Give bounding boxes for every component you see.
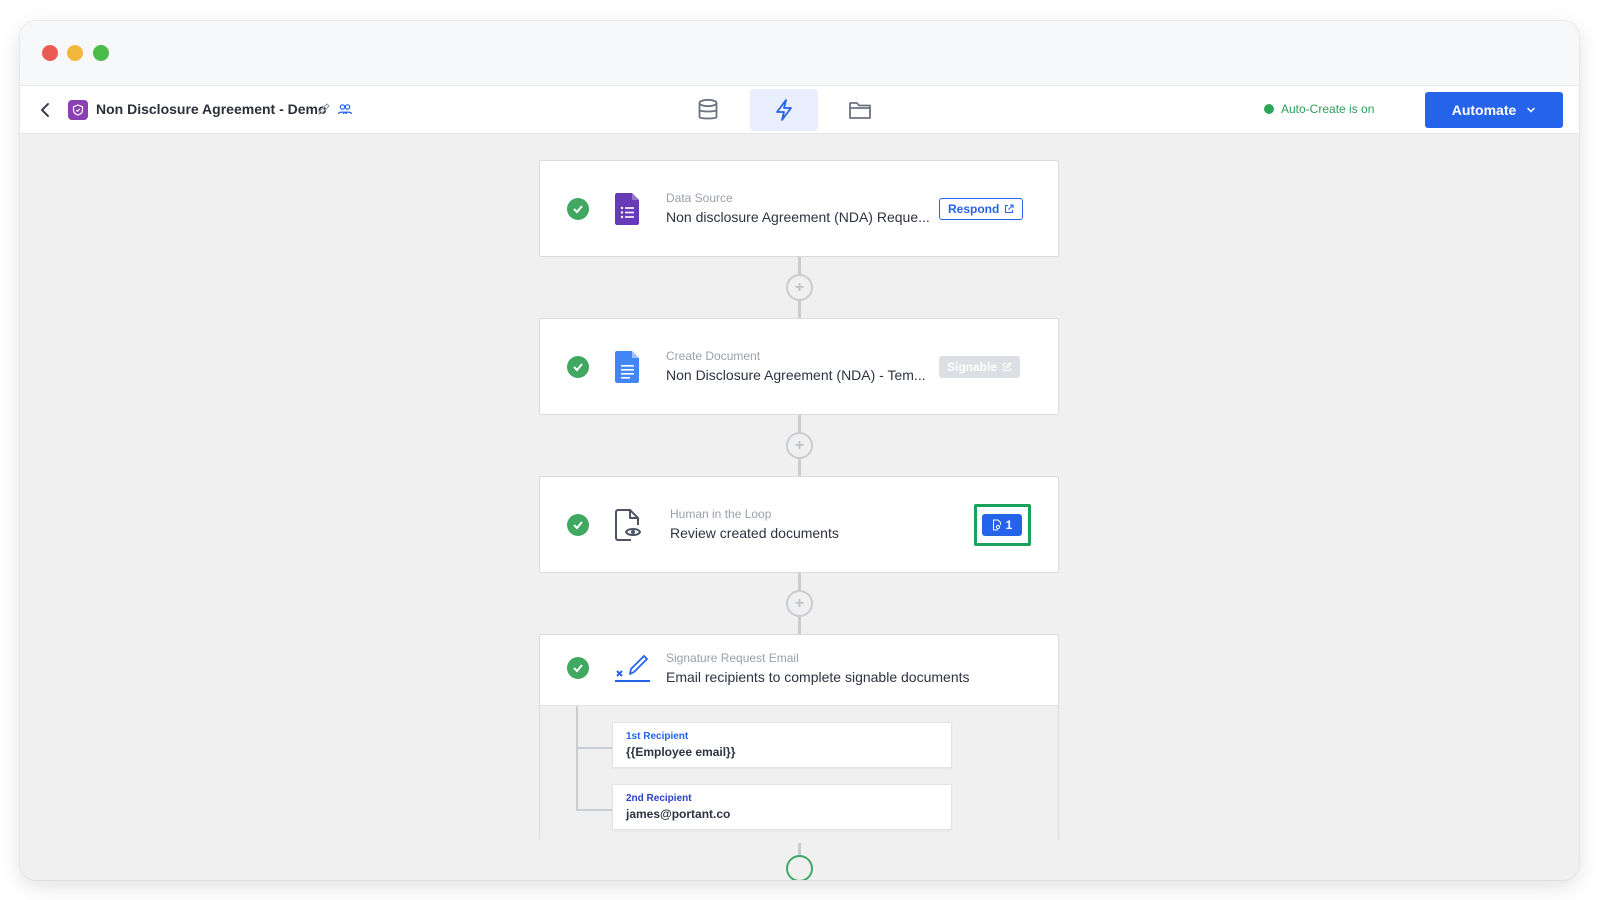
lightning-icon: [776, 99, 792, 121]
review-documents-button[interactable]: 1: [982, 514, 1022, 536]
step-card-create-document[interactable]: Create Document Non Disclosure Agreement…: [539, 318, 1059, 415]
auto-create-status: Auto-Create is on: [1264, 102, 1374, 116]
external-link-icon: [1005, 204, 1014, 214]
tab-data-source[interactable]: [674, 89, 742, 131]
chevron-down-icon: [1527, 107, 1536, 113]
pencil-icon[interactable]: [316, 101, 332, 117]
workflow-canvas: + + + Data Source Non disclosure Agreeme…: [20, 135, 1579, 880]
add-step-button[interactable]: +: [786, 432, 813, 459]
step-name-label: Email recipients to complete signable do…: [666, 669, 970, 685]
document-review-icon: [615, 509, 642, 541]
step-card-data-source[interactable]: Data Source Non disclosure Agreement (ND…: [539, 160, 1059, 257]
recipients-section: 1st Recipient {{Employee email}} 2nd Rec…: [540, 705, 1058, 843]
automate-button[interactable]: Automate: [1425, 92, 1563, 128]
tree-line: [576, 809, 612, 811]
status-dot: [1264, 104, 1274, 114]
plus-icon: +: [794, 436, 805, 454]
step-kind-label: Create Document: [666, 349, 761, 363]
add-step-button[interactable]: +: [786, 274, 813, 301]
recipient-label: 1st Recipient: [626, 731, 689, 742]
document-search-icon: [992, 519, 1001, 531]
recipient-label: 2nd Recipient: [626, 793, 692, 804]
google-docs-icon: [615, 351, 639, 383]
recipient-card-2[interactable]: 2nd Recipient james@portant.co: [612, 784, 952, 830]
step-name-label: Non disclosure Agreement (NDA) Reque...: [666, 209, 930, 225]
google-forms-icon: [615, 193, 639, 225]
review-count: 1: [1005, 518, 1013, 532]
plus-icon: +: [794, 594, 805, 612]
plus-icon: +: [794, 278, 805, 296]
auto-create-label: Auto-Create is on: [1281, 102, 1375, 116]
folder-icon: [849, 102, 871, 119]
app-window: Non Disclosure Agreement - Demo Auto-Cre…: [20, 21, 1579, 880]
check-icon: [567, 198, 589, 220]
automate-label: Automate: [1451, 102, 1517, 118]
check-icon: [567, 356, 589, 378]
document-title: Non Disclosure Agreement - Demo: [96, 101, 327, 117]
people-icon[interactable]: [337, 101, 353, 117]
check-icon: [567, 657, 589, 679]
tab-automation[interactable]: [750, 89, 818, 131]
respond-button[interactable]: Respond: [939, 198, 1024, 220]
back-button[interactable]: [34, 98, 56, 122]
step-name-label: Review created documents: [670, 525, 839, 541]
tree-line: [576, 747, 612, 749]
add-step-button[interactable]: +: [786, 590, 813, 617]
tree-line: [576, 706, 578, 810]
minimize-window-button[interactable]: [67, 45, 83, 61]
database-icon: [698, 98, 718, 120]
title-bar: [20, 21, 1579, 86]
maximize-window-button[interactable]: [93, 45, 109, 61]
step-kind-label: Signature Request Email: [666, 651, 799, 665]
add-step-button[interactable]: [786, 855, 813, 880]
signable-button[interactable]: Signable: [939, 356, 1021, 378]
step-kind-label: Data Source: [666, 191, 733, 205]
step-name-label: Non Disclosure Agreement (NDA) - Tem...: [666, 367, 926, 383]
recipient-value: james@portant.co: [626, 807, 731, 821]
check-icon: [567, 514, 589, 536]
top-toolbar: Non Disclosure Agreement - Demo Auto-Cre…: [20, 86, 1579, 134]
signature-icon: [615, 655, 650, 682]
recipient-card-1[interactable]: 1st Recipient {{Employee email}}: [612, 722, 952, 768]
respond-label: Respond: [948, 202, 1000, 216]
step-card-signature-request[interactable]: Signature Request Email Email recipients…: [539, 634, 1059, 843]
step-card-human-in-the-loop[interactable]: Human in the Loop Review created documen…: [539, 476, 1059, 573]
chevron-left-icon: [41, 103, 49, 117]
close-window-button[interactable]: [42, 45, 58, 61]
step-kind-label: Human in the Loop: [670, 507, 772, 521]
tab-folder[interactable]: [826, 89, 894, 131]
recipient-value: {{Employee email}}: [626, 745, 736, 759]
edit-external-icon: [1002, 362, 1012, 372]
signable-label: Signable: [947, 360, 998, 374]
shield-icon: [68, 100, 88, 120]
